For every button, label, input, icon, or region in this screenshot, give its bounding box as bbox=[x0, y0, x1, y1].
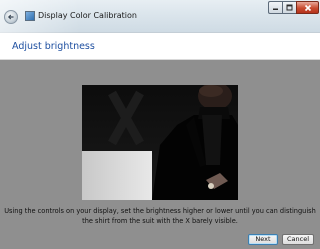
close-button[interactable] bbox=[296, 1, 319, 14]
back-arrow-icon bbox=[7, 14, 14, 20]
window-title: Display Color Calibration bbox=[38, 11, 137, 20]
page-title: Adjust brightness bbox=[12, 41, 95, 52]
display-calibration-icon bbox=[25, 11, 35, 21]
maximize-button[interactable] bbox=[282, 1, 296, 14]
calibration-reference-image bbox=[82, 85, 238, 200]
calibration-photo bbox=[82, 85, 238, 200]
calibration-window: Display Color Calibration Adjust brightn… bbox=[0, 0, 320, 249]
minimize-button[interactable] bbox=[268, 1, 282, 14]
instructions-text: Using the controls on your display, set … bbox=[4, 207, 316, 225]
cancel-button[interactable]: Cancel bbox=[282, 234, 314, 245]
window-controls bbox=[268, 1, 319, 15]
minimize-icon bbox=[273, 8, 278, 10]
page-header: Adjust brightness bbox=[0, 33, 320, 60]
back-button[interactable] bbox=[4, 10, 18, 24]
title-bar: Display Color Calibration bbox=[0, 0, 320, 33]
maximize-icon bbox=[286, 4, 293, 11]
close-icon bbox=[304, 4, 311, 11]
next-button[interactable]: Next bbox=[248, 234, 278, 245]
